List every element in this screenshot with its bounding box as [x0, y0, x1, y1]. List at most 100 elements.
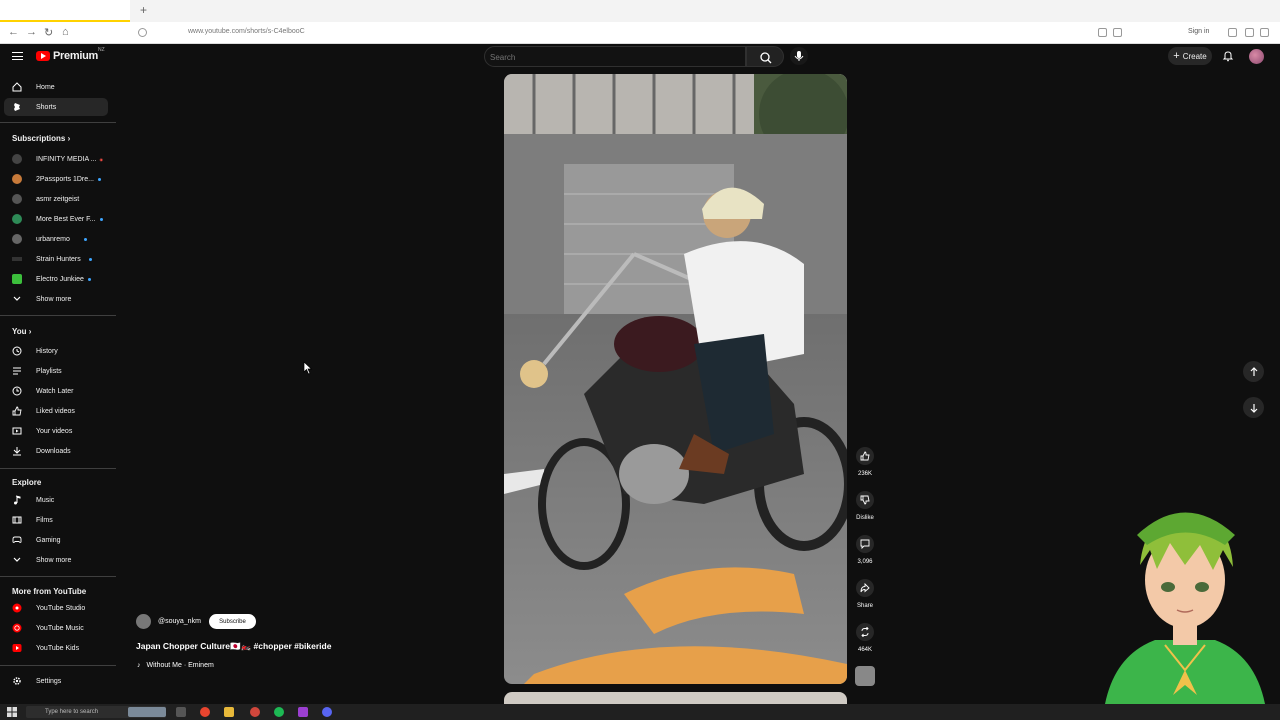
new-tab-icon[interactable]: + [140, 3, 147, 17]
sidebar-item-home[interactable]: Home [4, 78, 108, 96]
reader-icon[interactable] [1098, 28, 1107, 37]
site-info-icon[interactable] [138, 28, 147, 37]
sidebar-item-settings[interactable]: Settings [4, 672, 108, 690]
sidebar-item-playlists[interactable]: Playlists [4, 362, 108, 380]
browser-tab-active[interactable] [0, 0, 130, 22]
spotify-icon[interactable] [274, 707, 284, 717]
sidebar-item-gaming[interactable]: Gaming [4, 531, 108, 549]
windows-start-icon[interactable] [7, 707, 17, 717]
logo-text: Premium [53, 50, 98, 62]
youtube-play-icon [36, 51, 50, 61]
gaming-icon [12, 535, 22, 545]
sidebar-item-label: Your videos [36, 427, 73, 435]
channel-avatar[interactable] [136, 614, 151, 629]
thumbs-up-icon [860, 451, 870, 461]
shorts-video-player[interactable] [504, 74, 847, 684]
search-input[interactable] [490, 49, 730, 65]
sidebar-item-label: YouTube Music [36, 624, 84, 632]
voice-search-button[interactable] [790, 47, 808, 65]
live-icon: ◉ [99, 156, 104, 162]
browser-app-icon[interactable] [200, 707, 210, 717]
subscription-item[interactable]: Strain Hunters [4, 250, 108, 268]
sidebar: Home Shorts Subscriptions › INFINITY MED… [0, 76, 118, 704]
share-button[interactable] [856, 579, 874, 597]
home-browser-icon[interactable]: ⌂ [62, 26, 69, 38]
home-icon [12, 82, 22, 92]
subscribe-button[interactable]: Subscribe [209, 614, 256, 629]
sidebar-item-downloads[interactable]: Downloads [4, 442, 108, 460]
subscription-item[interactable]: asmr zeitgeist [4, 190, 108, 208]
sidebar-item-history[interactable]: History [4, 342, 108, 360]
sidebar-item-label: Watch Later [36, 387, 74, 395]
like-button[interactable] [856, 447, 874, 465]
subscription-item[interactable]: 2Passports 1Dre... [4, 170, 108, 188]
more-icon[interactable] [1260, 28, 1269, 37]
channel-avatar [12, 194, 22, 204]
sidebar-item-youtube-kids[interactable]: YouTube Kids [4, 639, 108, 657]
sidebar-item-youtube-studio[interactable]: YouTube Studio [4, 599, 108, 617]
sidebar-item-shorts[interactable]: Shorts [4, 98, 108, 116]
chevron-down-icon [12, 555, 22, 565]
sidebar-item-music[interactable]: Music [4, 491, 108, 509]
watch-later-icon [12, 386, 22, 396]
reload-icon[interactable]: ↻ [44, 26, 53, 39]
channel-avatar [12, 154, 22, 164]
new-content-dot [97, 177, 101, 181]
dislike-button[interactable] [856, 491, 874, 509]
browser-sign-in[interactable]: Sign in [1188, 28, 1209, 35]
subscription-label: Strain Hunters [36, 255, 81, 263]
liked-videos-icon [12, 406, 22, 416]
music-link[interactable]: ♪ Without Me · Eminem [137, 662, 214, 669]
menu-icon[interactable] [12, 52, 23, 60]
back-icon[interactable]: ← [8, 26, 19, 38]
youtube-premium-logo[interactable]: Premium NZ [36, 47, 105, 62]
account-avatar[interactable] [1249, 49, 1264, 64]
sidebar-item-label: Home [36, 83, 55, 91]
comments-button[interactable] [856, 535, 874, 553]
file-explorer-icon[interactable] [224, 707, 234, 717]
subscriptions-heading[interactable]: Subscriptions › [12, 134, 70, 143]
divider [0, 122, 116, 123]
short-title[interactable]: Japan Chopper Culture🇯🇵🏍️ #chopper #bike… [136, 641, 331, 652]
comment-count: 3,096 [857, 559, 873, 565]
history-icon [12, 346, 22, 356]
channel-name[interactable]: @souya_nkm [158, 618, 201, 625]
notifications-icon[interactable] [1222, 50, 1234, 62]
task-view-icon[interactable] [176, 707, 186, 717]
url-field[interactable]: www.youtube.com/shorts/s-C4elbooC [188, 28, 305, 35]
subscription-label: urbanremo [36, 235, 70, 243]
sidebar-item-youtube-music[interactable]: YouTube Music [4, 619, 108, 637]
split-view-icon[interactable] [1245, 28, 1254, 37]
sidebar-item-watch-later[interactable]: Watch Later [4, 382, 108, 400]
favorite-icon[interactable] [1113, 28, 1122, 37]
show-more-explore[interactable]: Show more [4, 551, 108, 569]
weather-widget[interactable] [128, 707, 166, 717]
next-short-preview[interactable] [504, 692, 847, 704]
discord-icon[interactable] [322, 707, 332, 717]
channel-avatar [12, 214, 22, 224]
divider [0, 315, 116, 316]
share-label: Share [856, 603, 873, 609]
divider [0, 665, 116, 666]
extensions-icon[interactable] [1228, 28, 1237, 37]
create-button[interactable]: + Create [1168, 47, 1212, 65]
show-more-subscriptions[interactable]: Show more [4, 290, 108, 308]
music-label: Without Me · Eminem [146, 662, 214, 669]
sidebar-item-liked-videos[interactable]: Liked videos [4, 402, 108, 420]
sidebar-item-your-videos[interactable]: Your videos [4, 422, 108, 440]
subscription-item[interactable]: INFINITY MEDIA ... ◉ [4, 150, 108, 168]
next-short-button[interactable] [1243, 397, 1264, 418]
sidebar-item-films[interactable]: Films [4, 511, 108, 529]
search-button[interactable] [746, 46, 784, 67]
app-icon[interactable] [298, 707, 308, 717]
arrow-up-icon [1250, 366, 1257, 376]
remix-button[interactable] [856, 623, 874, 641]
previous-short-button[interactable] [1243, 361, 1264, 382]
forward-icon[interactable]: → [26, 26, 37, 38]
subscription-item[interactable]: urbanremo [4, 230, 108, 248]
app-icon[interactable] [250, 707, 260, 717]
you-heading[interactable]: You › [12, 327, 31, 336]
subscription-item[interactable]: Electro Junkiee [4, 270, 108, 288]
subscription-item[interactable]: More Best Ever F... [4, 210, 108, 228]
audio-thumbnail[interactable] [855, 666, 875, 686]
